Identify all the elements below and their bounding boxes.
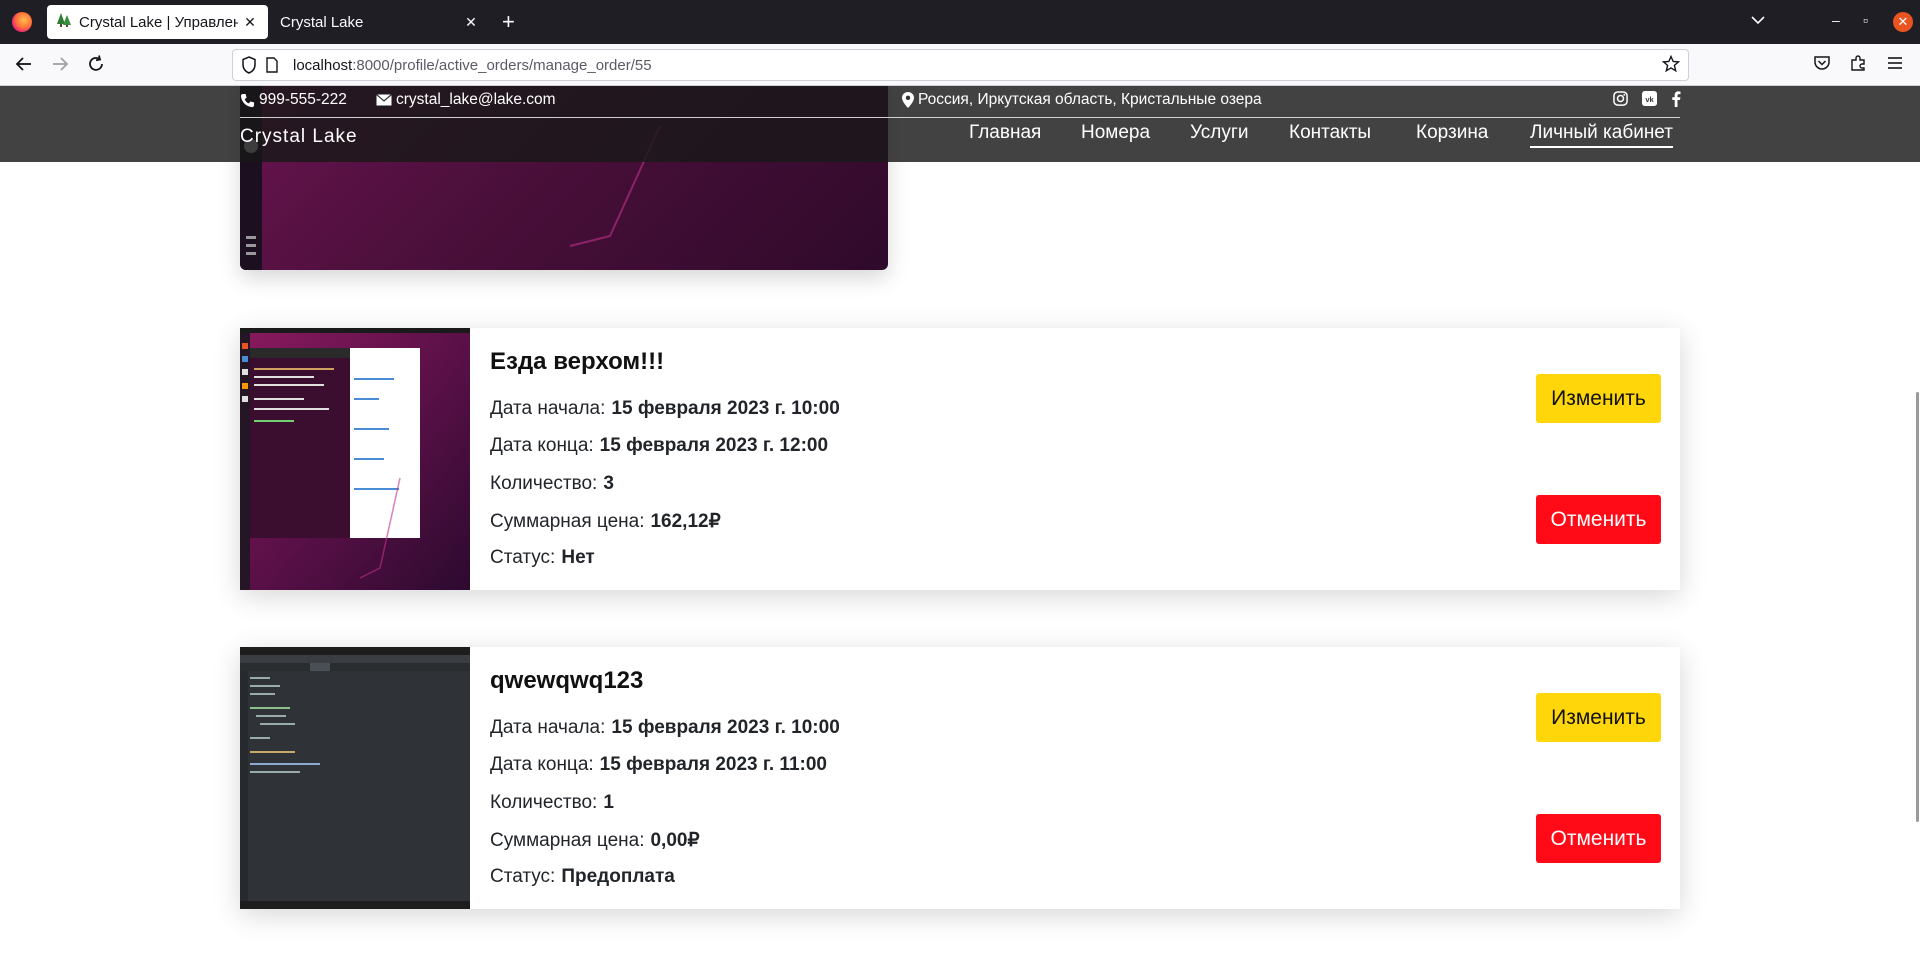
cancel-order-button[interactable]: Отменить: [1536, 495, 1661, 544]
status-value: Нет: [561, 547, 595, 568]
edit-order-button[interactable]: Изменить: [1536, 693, 1661, 742]
tab-title: Crystal Lake: [280, 13, 364, 31]
address-bar[interactable]: localhost:8000/profile/active_orders/man…: [232, 49, 1689, 81]
order-qty-row: Количество: 3: [490, 473, 614, 495]
end-label: Дата конца:: [490, 754, 594, 775]
total-label: Суммарная цена:: [490, 830, 645, 851]
header-divider: [240, 117, 1680, 118]
envelope-icon: [376, 94, 392, 106]
browser-navigation-bar: localhost:8000/profile/active_orders/man…: [0, 44, 1920, 86]
restore-window-icon[interactable]: ▫: [1863, 12, 1868, 28]
bookmark-star-icon[interactable]: [1661, 54, 1681, 78]
pocket-icon[interactable]: [1813, 54, 1831, 77]
start-value: 15 февраля 2023 г. 10:00: [611, 398, 840, 419]
start-label: Дата начала:: [490, 717, 606, 738]
browser-tab-bar: Crystal Lake | Управлени ✕ Crystal Lake …: [0, 0, 1920, 44]
nav-rooms[interactable]: Номера: [1081, 122, 1150, 144]
order-end-row: Дата конца: 15 февраля 2023 г. 12:00: [490, 435, 828, 457]
minimize-window-icon[interactable]: –: [1832, 12, 1840, 28]
svg-text:vk: vk: [1645, 95, 1654, 104]
order-qty-row: Количество: 1: [490, 792, 614, 814]
order-image: [240, 647, 470, 909]
order-status-row: Статус: Предоплата: [490, 866, 675, 888]
total-value: 0,00₽: [650, 830, 700, 851]
nav-contacts[interactable]: Контакты: [1289, 122, 1371, 144]
order-title: Езда верхом!!!: [490, 348, 665, 375]
close-window-icon[interactable]: ✕: [1893, 12, 1913, 32]
order-end-row: Дата конца: 15 февраля 2023 г. 11:00: [490, 754, 827, 776]
firefox-logo-icon: [12, 12, 32, 32]
end-value: 15 февраля 2023 г. 12:00: [599, 435, 829, 456]
close-tab-icon[interactable]: ✕: [459, 14, 483, 31]
list-all-tabs-chevron-icon[interactable]: [1750, 12, 1766, 33]
tree-favicon-icon: [56, 12, 72, 32]
order-total-row: Суммарная цена: 0,00₽: [490, 829, 700, 852]
tracking-shield-icon[interactable]: [241, 56, 257, 79]
phone-contact[interactable]: 999-555-222: [240, 91, 347, 109]
nav-services[interactable]: Услуги: [1190, 122, 1248, 144]
order-card: Езда верхом!!! Дата начала: 15 февраля 20…: [240, 328, 1680, 590]
qty-value: 1: [603, 792, 614, 813]
brand-logo[interactable]: Crystal Lake: [240, 126, 358, 148]
order-title: qwewqwq123: [490, 667, 644, 694]
extensions-puzzle-icon[interactable]: [1849, 54, 1867, 77]
page-viewport: Езда верхом!!! Дата начала: 15 февраля 20…: [0, 86, 1920, 967]
instagram-icon[interactable]: [1613, 91, 1628, 106]
qty-label: Количество:: [490, 473, 598, 494]
page-scrollbar[interactable]: [1916, 392, 1919, 822]
nav-home[interactable]: Главная: [969, 122, 1041, 144]
order-status-row: Статус: Нет: [490, 547, 595, 569]
order-image: [240, 328, 470, 590]
tab-title: Crystal Lake | Управлени: [79, 13, 238, 31]
new-tab-plus-icon[interactable]: +: [502, 9, 515, 35]
page-info-icon[interactable]: [265, 57, 279, 78]
order-start-row: Дата начала: 15 февраля 2023 г. 10:00: [490, 398, 840, 420]
site-header: 999-555-222 crystal_lake@lake.com Россия…: [0, 86, 1920, 162]
phone-icon: [240, 93, 255, 107]
start-label: Дата начала:: [490, 398, 606, 419]
address-contact: Россия, Иркутская область, Кристальные о…: [902, 91, 1262, 109]
reload-icon[interactable]: [86, 54, 106, 79]
start-value: 15 февраля 2023 г. 10:00: [611, 717, 840, 738]
app-menu-icon[interactable]: [1886, 54, 1904, 77]
edit-order-button[interactable]: Изменить: [1536, 374, 1661, 423]
nav-cart[interactable]: Корзина: [1416, 122, 1488, 144]
order-total-row: Суммарная цена: 162,12₽: [490, 510, 721, 533]
status-value: Предоплата: [561, 866, 675, 887]
end-value: 15 февраля 2023 г. 11:00: [599, 754, 827, 775]
vk-icon[interactable]: vk: [1642, 91, 1657, 106]
email-contact[interactable]: crystal_lake@lake.com: [376, 91, 556, 109]
tab-crystal-lake-manage[interactable]: Crystal Lake | Управлени ✕: [47, 5, 268, 39]
cancel-order-button[interactable]: Отменить: [1536, 814, 1661, 863]
qty-label: Количество:: [490, 792, 598, 813]
facebook-icon[interactable]: [1671, 91, 1681, 107]
url-text: localhost:8000/profile/active_orders/man…: [293, 57, 652, 74]
order-card: qwewqwq123 Дата начала: 15 февраля 2023 г…: [240, 647, 1680, 909]
forward-arrow-icon[interactable]: [50, 54, 70, 79]
back-arrow-icon[interactable]: [14, 54, 34, 79]
map-marker-icon: [902, 92, 914, 108]
close-tab-icon[interactable]: ✕: [238, 14, 262, 31]
status-label: Статус:: [490, 866, 556, 887]
end-label: Дата конца:: [490, 435, 594, 456]
qty-value: 3: [603, 473, 614, 494]
total-label: Суммарная цена:: [490, 511, 645, 532]
contact-bar: 999-555-222 crystal_lake@lake.com Россия…: [240, 91, 1681, 113]
nav-profile[interactable]: Личный кабинет: [1530, 122, 1673, 148]
order-start-row: Дата начала: 15 февраля 2023 г. 10:00: [490, 717, 840, 739]
status-label: Статус:: [490, 547, 556, 568]
tab-crystal-lake[interactable]: Crystal Lake ✕: [270, 5, 489, 39]
total-value: 162,12₽: [650, 511, 721, 532]
